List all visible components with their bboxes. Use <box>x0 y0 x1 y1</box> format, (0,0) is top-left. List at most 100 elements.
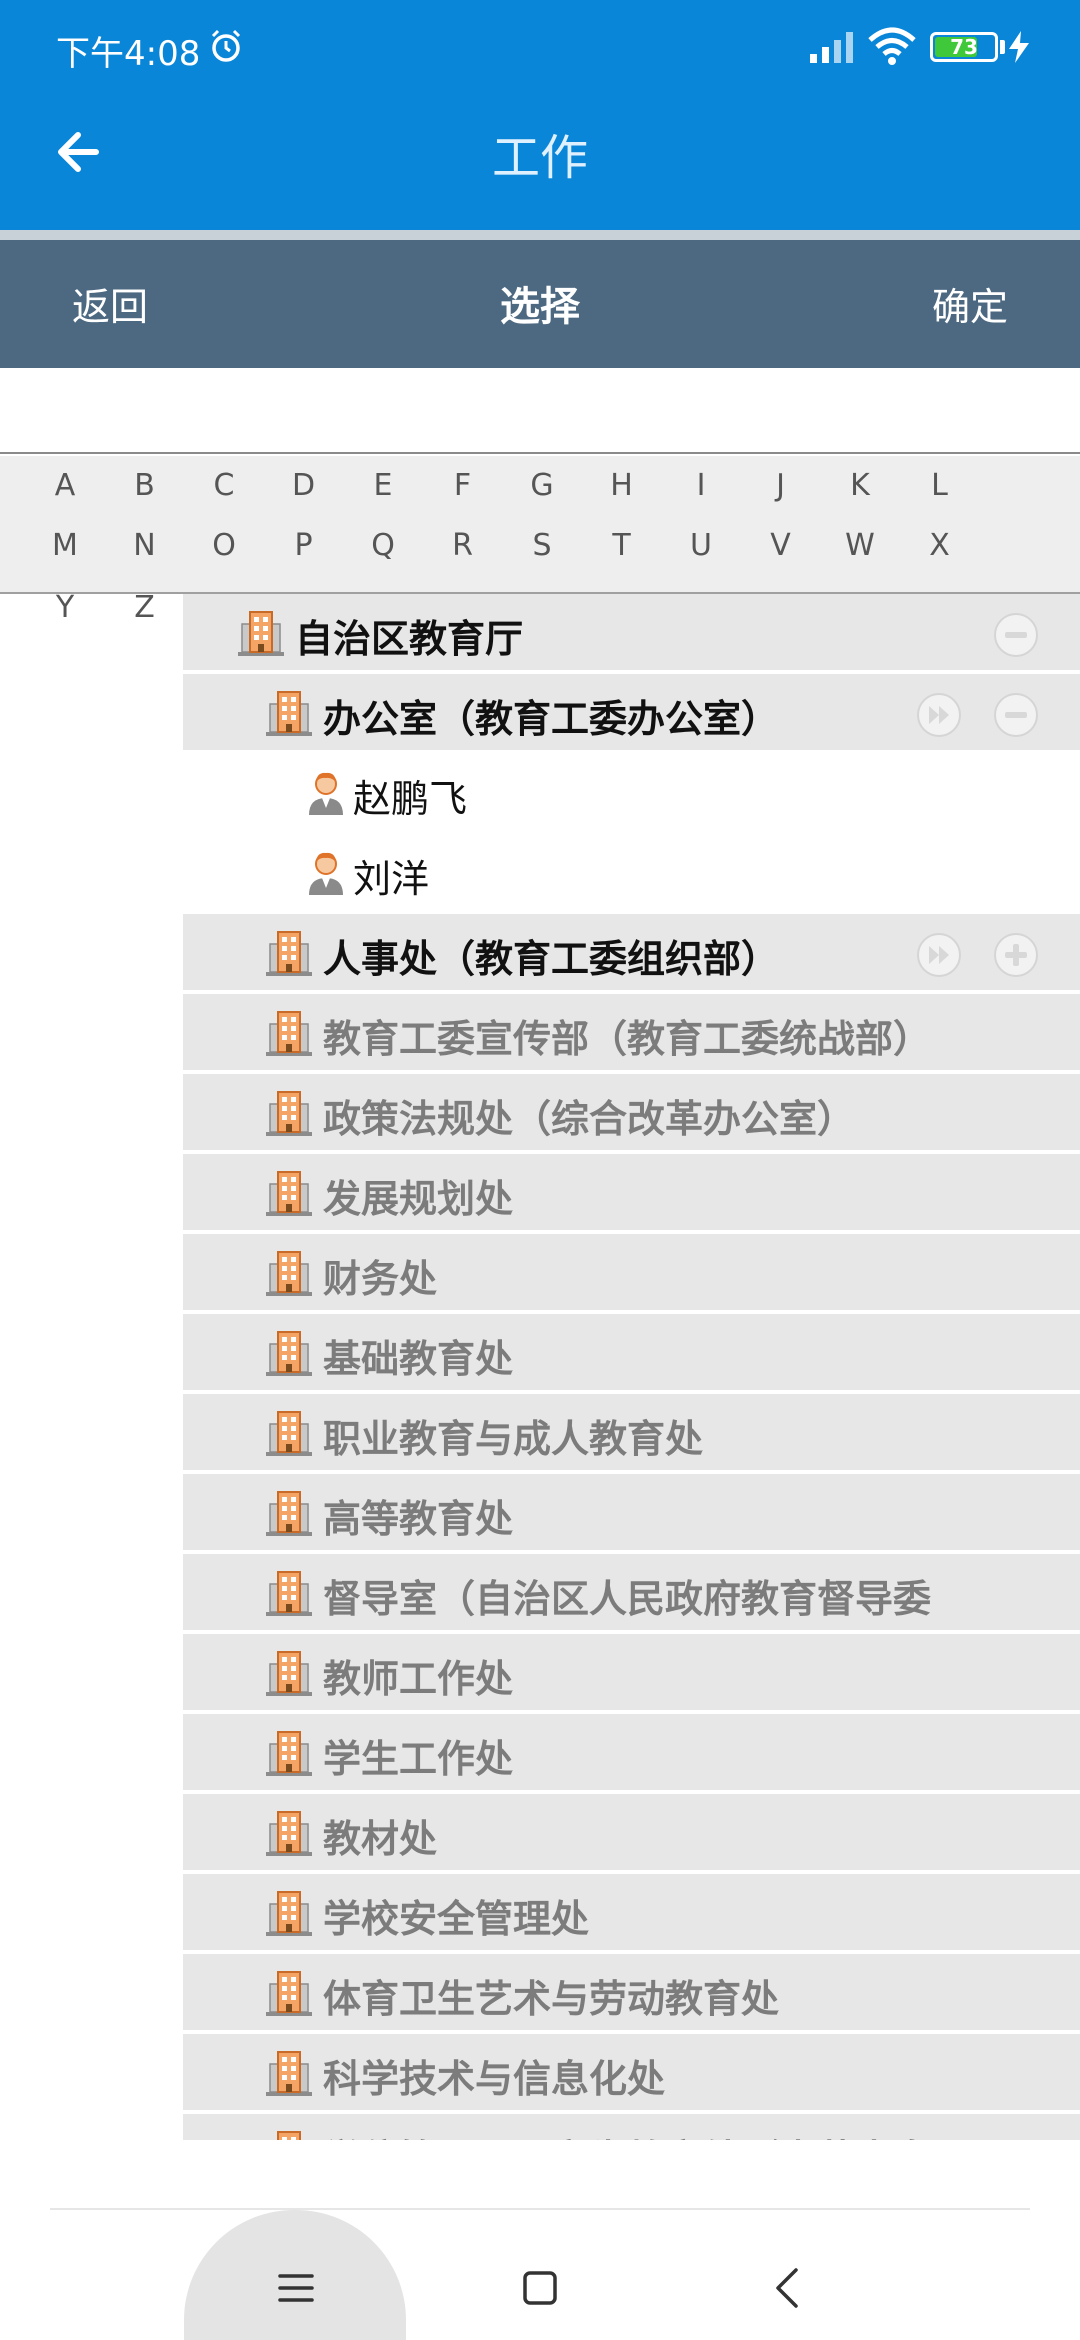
nav-back-icon[interactable] <box>772 2266 802 2310</box>
alpha-letter-q[interactable]: Q <box>353 528 413 563</box>
app-header: 工作 <box>0 90 1080 230</box>
alpha-letter-j[interactable]: J <box>751 468 811 503</box>
building-icon <box>266 1571 312 1616</box>
building-icon <box>266 1811 312 1856</box>
org-name: 自治区教育厅 <box>295 617 524 661</box>
person-row[interactable]: 刘洋 <box>183 834 1080 912</box>
building-icon <box>266 1891 312 1936</box>
org-name: 高等教育处 <box>323 1497 514 1541</box>
search-area[interactable] <box>0 368 1080 454</box>
alpha-letter-v[interactable]: V <box>751 528 811 563</box>
header-divider <box>0 230 1080 240</box>
alpha-letter-f[interactable]: F <box>433 468 493 503</box>
alpha-letter-k[interactable]: K <box>830 468 890 503</box>
org-row[interactable]: 督导室（自治区人民政府教育督导委 <box>183 1554 1080 1632</box>
alpha-letter-t[interactable]: T <box>592 528 652 563</box>
select-all-forward-icon[interactable] <box>916 932 962 978</box>
collapse-icon[interactable] <box>993 612 1039 658</box>
org-row[interactable]: 体育卫生艺术与劳动教育处 <box>183 1954 1080 2032</box>
building-icon <box>266 1011 312 1056</box>
alpha-letter-h[interactable]: H <box>592 468 652 503</box>
org-row[interactable]: 高等教育处 <box>183 1474 1080 1552</box>
alpha-letter-l[interactable]: L <box>910 468 970 503</box>
battery-cap <box>1000 40 1005 54</box>
building-icon <box>266 1971 312 2016</box>
org-row[interactable]: 自治区教育厅 <box>183 594 1080 672</box>
org-name: 教师工作处 <box>323 1657 514 1701</box>
system-nav-bar <box>0 2140 1080 2340</box>
selection-toolbar: 返回 选择 确定 <box>0 240 1080 368</box>
building-icon <box>266 1491 312 1536</box>
org-name: 学位管理与研究生教育处（内蒙古自 <box>323 2128 931 2140</box>
confirm-button[interactable]: 确定 <box>932 276 1008 331</box>
alpha-letter-m[interactable]: M <box>35 528 95 563</box>
alpha-letter-x[interactable]: X <box>910 528 970 563</box>
org-name: 科学技术与信息化处 <box>323 2057 666 2101</box>
org-row[interactable]: 财务处 <box>183 1234 1080 1312</box>
building-icon <box>266 1331 312 1376</box>
alpha-letter-p[interactable]: P <box>274 528 334 563</box>
org-row[interactable]: 发展规划处 <box>183 1154 1080 1232</box>
org-row[interactable]: 政策法规处（综合改革办公室） <box>183 1074 1080 1152</box>
building-icon <box>277 2131 301 2140</box>
org-name: 督导室（自治区人民政府教育督导委 <box>323 1577 932 1621</box>
alpha-letter-o[interactable]: O <box>194 528 254 563</box>
alpha-letter-i[interactable]: I <box>671 468 731 503</box>
org-row[interactable]: 教育工委宣传部（教育工委统战部） <box>183 994 1080 1072</box>
alpha-letter-b[interactable]: B <box>115 468 175 503</box>
building-icon <box>238 611 284 656</box>
org-row[interactable]: 学位管理与研究生教育处（内蒙古自 <box>183 2114 1080 2140</box>
alarm-icon <box>211 29 241 62</box>
alpha-letter-e[interactable]: E <box>353 468 413 503</box>
signal-icon <box>810 32 853 63</box>
building-icon <box>266 691 312 736</box>
page-title: 工作 <box>491 130 588 186</box>
building-icon <box>266 1411 312 1456</box>
org-name: 学校安全管理处 <box>323 1897 590 1941</box>
home-icon[interactable] <box>522 2270 558 2306</box>
person-name: 赵鹏飞 <box>353 777 468 821</box>
org-name: 办公室（教育工委办公室） <box>323 697 780 741</box>
status-bar: 下午4:08 73 <box>0 0 1080 90</box>
building-icon <box>266 1091 312 1136</box>
person-name: 刘洋 <box>353 857 430 901</box>
org-name: 基础教育处 <box>323 1337 514 1381</box>
alpha-letter-u[interactable]: U <box>671 528 731 563</box>
org-row[interactable]: 办公室（教育工委办公室） <box>183 674 1080 752</box>
building-icon <box>266 1251 312 1296</box>
alpha-letter-r[interactable]: R <box>433 528 493 563</box>
org-row[interactable]: 基础教育处 <box>183 1314 1080 1392</box>
battery-icon: 73 <box>930 32 998 62</box>
org-name: 发展规划处 <box>323 1177 514 1221</box>
alpha-letter-n[interactable]: N <box>115 528 175 563</box>
org-row[interactable]: 人事处（教育工委组织部） <box>183 914 1080 992</box>
org-name: 人事处（教育工委组织部） <box>323 937 780 981</box>
org-name: 教育工委宣传部（教育工委统战部） <box>323 1017 932 1061</box>
menu-icon[interactable] <box>276 2270 316 2306</box>
org-name: 政策法规处（综合改革办公室） <box>323 1097 856 1141</box>
expand-icon[interactable] <box>993 932 1039 978</box>
alpha-letter-d[interactable]: D <box>274 468 334 503</box>
org-row[interactable]: 教师工作处 <box>183 1634 1080 1712</box>
alphabet-index: ABCDEFGHIJKLMNOPQRSTUVWXYZ <box>0 456 1080 625</box>
status-time: 下午4:08 <box>56 34 201 74</box>
org-row[interactable]: 学生工作处 <box>183 1714 1080 1792</box>
nav-divider <box>50 2208 1030 2210</box>
org-row[interactable]: 职业教育与成人教育处 <box>183 1394 1080 1472</box>
alpha-letter-c[interactable]: C <box>194 468 254 503</box>
alpha-letter-a[interactable]: A <box>35 468 95 503</box>
charging-bolt-icon <box>1009 31 1029 63</box>
org-name: 教材处 <box>323 1817 438 1861</box>
collapse-icon[interactable] <box>993 692 1039 738</box>
person-icon <box>309 852 343 895</box>
org-row[interactable]: 教材处 <box>183 1794 1080 1872</box>
alpha-letter-g[interactable]: G <box>512 468 572 503</box>
org-row[interactable]: 学校安全管理处 <box>183 1874 1080 1952</box>
alpha-letter-w[interactable]: W <box>830 528 890 563</box>
building-icon <box>266 1171 312 1216</box>
org-row[interactable]: 科学技术与信息化处 <box>183 2034 1080 2112</box>
select-all-forward-icon[interactable] <box>916 692 962 738</box>
org-name: 学生工作处 <box>323 1737 514 1781</box>
person-row[interactable]: 赵鹏飞 <box>183 754 1080 832</box>
alpha-letter-s[interactable]: S <box>512 528 572 563</box>
